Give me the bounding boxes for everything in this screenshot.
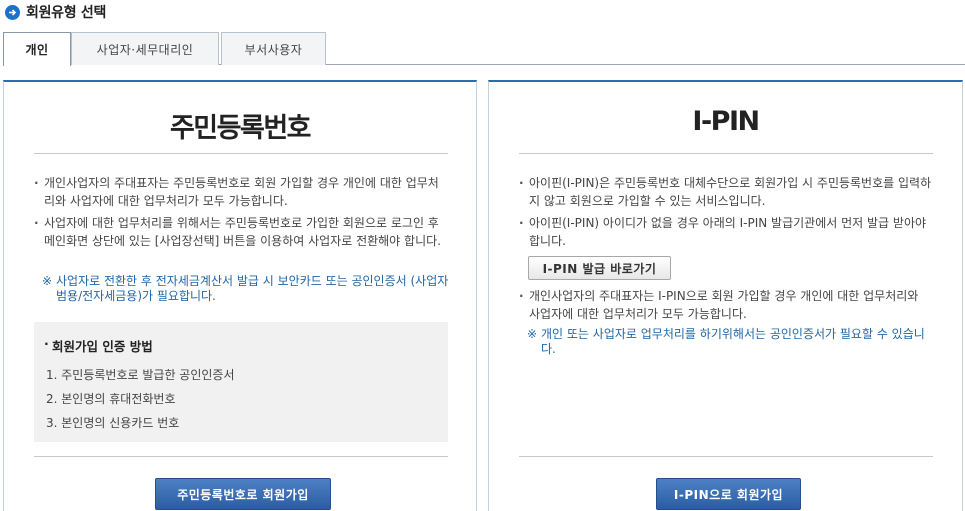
ipin-panel: I-PIN 아이핀(I-PIN)은 주민등록번호 대체수단으로 회원가입 시 주…	[488, 80, 963, 511]
tab-business-tax-agent[interactable]: 사업자·세무대리인	[71, 32, 219, 65]
arrow-right-circle-icon	[5, 4, 20, 20]
bottom-divider	[34, 456, 448, 457]
tab-department-user[interactable]: 부서사용자	[221, 32, 326, 65]
resident-note-text: 사업자로 전환한 후 전자세금계산서 발급 시 보안카드 또는 공인인증서 (사…	[56, 274, 449, 303]
ipin-note-text: 개인 또는 사업자로 업무처리를 하기위해서는 공인인증서가 필요할 수 있습니…	[541, 327, 925, 356]
resident-number-title: 주민등록번호	[169, 113, 312, 144]
reference-mark-icon: ※	[527, 327, 538, 341]
list-item: 개인사업자의 주대표자는 I-PIN으로 회원 가입할 경우 개인에 대한 업무…	[519, 287, 929, 323]
member-type-tabs: 개인 사업자·세무대리인 부서사용자	[3, 32, 965, 66]
list-item: 2. 본인명의 휴대전화번호	[46, 392, 176, 406]
list-item: 아이핀(I-PIN) 아이디가 없을 경우 아래의 I-PIN 발급기관에서 먼…	[519, 214, 939, 250]
list-item: 사업자에 대한 업무처리를 위해서는 주민등록번호로 가입한 회원으로 로그인 …	[34, 214, 444, 250]
ipin-info-list-2: 개인사업자의 주대표자는 I-PIN으로 회원 가입할 경우 개인에 대한 업무…	[519, 287, 929, 327]
resident-note: ※ 사업자로 전환한 후 전자세금계산서 발급 시 보안카드 또는 공인인증서 …	[42, 274, 452, 304]
ipin-info-list: 아이핀(I-PIN)은 주민등록번호 대체수단으로 회원가입 시 주민등록번호를…	[519, 174, 939, 254]
resident-number-panel: 주민등록번호 개인사업자의 주대표자는 주민등록번호로 회원 가입할 경우 개인…	[3, 80, 477, 511]
auth-methods-title: 회원가입 인증 방법	[44, 336, 438, 355]
reference-mark-icon: ※	[42, 274, 53, 288]
ipin-signup-button[interactable]: I-PIN으로 회원가입	[656, 478, 801, 510]
ipin-issue-shortcut-button[interactable]: I-PIN 발급 바로가기	[528, 256, 671, 280]
title-divider	[34, 153, 448, 154]
list-item: 개인사업자의 주대표자는 주민등록번호로 회원 가입할 경우 개인에 대한 업무…	[34, 174, 444, 210]
tab-individual[interactable]: 개인	[3, 32, 71, 66]
section-title: 회원유형 선택	[26, 5, 107, 21]
auth-methods-list: 1. 주민등록번호로 발급한 공인인증서 2. 본인명의 휴대전화번호 3. 본…	[44, 363, 438, 435]
bottom-divider	[519, 456, 933, 457]
resident-info-list: 개인사업자의 주대표자는 주민등록번호로 회원 가입할 경우 개인에 대한 업무…	[34, 174, 444, 254]
list-item: 아이핀(I-PIN)은 주민등록번호 대체수단으로 회원가입 시 주민등록번호를…	[519, 174, 939, 210]
section-header: 회원유형 선택	[5, 1, 106, 23]
title-divider	[519, 153, 933, 154]
list-item: 1. 주민등록번호로 발급한 공인인증서	[46, 368, 235, 382]
auth-methods-box: 회원가입 인증 방법 1. 주민등록번호로 발급한 공인인증서 2. 본인명의 …	[34, 322, 448, 442]
ipin-title: I-PIN	[692, 106, 760, 137]
ipin-note: ※ 개인 또는 사업자로 업무처리를 하기위해서는 공인인증서가 필요할 수 있…	[527, 327, 927, 357]
list-item: 3. 본인명의 신용카드 번호	[46, 416, 180, 430]
resident-signup-button[interactable]: 주민등록번호로 회원가입	[155, 478, 331, 510]
